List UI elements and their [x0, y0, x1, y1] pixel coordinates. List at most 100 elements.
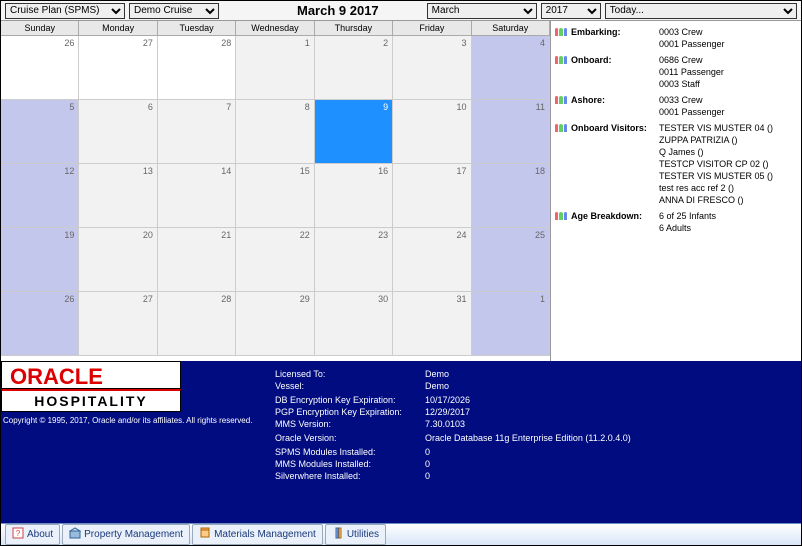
- about-icon: ?: [12, 527, 24, 542]
- calendar-cell[interactable]: 15: [236, 164, 314, 228]
- svg-text:?: ?: [16, 529, 21, 538]
- calendar-cell[interactable]: 11: [472, 100, 550, 164]
- calendar-cell[interactable]: 25: [472, 228, 550, 292]
- footer-info-row: Silverwhere Installed:0: [275, 471, 797, 481]
- calendar-cell[interactable]: 22: [236, 228, 314, 292]
- tab-label: Property Management: [84, 529, 183, 540]
- plan-select[interactable]: Cruise Plan (SPMS): [5, 3, 125, 19]
- calendar-cell[interactable]: 20: [79, 228, 157, 292]
- oracle-logo: ORACLE: [1, 361, 181, 389]
- people-icon: [555, 211, 567, 221]
- footer-info-value: Demo: [425, 381, 449, 391]
- calendar-cell[interactable]: 16: [315, 164, 393, 228]
- footer-info-row: Vessel:Demo: [275, 381, 797, 391]
- calendar-cell[interactable]: 8: [236, 100, 314, 164]
- calendar-cell[interactable]: 12: [1, 164, 79, 228]
- calendar-cell[interactable]: 29: [236, 292, 314, 356]
- calendar-cell[interactable]: 9: [315, 100, 393, 164]
- materials-icon: [199, 527, 211, 542]
- calendar-day-header: Wednesday: [236, 21, 314, 36]
- footer-info-value: 10/17/2026: [425, 395, 470, 405]
- stat-values: 0686 Crew0011 Passenger0003 Staff: [659, 55, 797, 91]
- calendar-cell[interactable]: 7: [158, 100, 236, 164]
- calendar-cell[interactable]: 3: [393, 36, 471, 100]
- status-panel: Embarking:0003 Crew0001 Passenger Onboard…: [551, 21, 801, 361]
- footer-info-row: PGP Encryption Key Expiration:12/29/2017: [275, 407, 797, 417]
- copyright-text: Copyright © 1995, 2017, Oracle and/or it…: [1, 412, 271, 429]
- stat-row: Onboard Visitors:TESTER VIS MUSTER 04 ()…: [555, 123, 797, 207]
- stat-label: Ashore:: [571, 95, 659, 105]
- tab-label: Materials Management: [214, 529, 316, 540]
- calendar-day-header: Monday: [79, 21, 157, 36]
- calendar-day-header: Tuesday: [158, 21, 236, 36]
- calendar-cell[interactable]: 18: [472, 164, 550, 228]
- footer-info-row: Oracle Version:Oracle Database 11g Enter…: [275, 433, 797, 443]
- people-icon: [555, 123, 567, 133]
- cruise-select[interactable]: Demo Cruise: [129, 3, 219, 19]
- tab-property-management[interactable]: Property Management: [62, 524, 190, 545]
- calendar-cell[interactable]: 24: [393, 228, 471, 292]
- calendar-cell[interactable]: 10: [393, 100, 471, 164]
- footer-info-value: 0: [425, 459, 430, 469]
- footer-info-key: SPMS Modules Installed:: [275, 447, 425, 457]
- tab-about[interactable]: ? About: [5, 524, 60, 545]
- tab-materials-management[interactable]: Materials Management: [192, 524, 323, 545]
- calendar-cell[interactable]: 28: [158, 292, 236, 356]
- footer-info-value: 12/29/2017: [425, 407, 470, 417]
- tab-label: Utilities: [347, 529, 379, 540]
- stat-values: 0033 Crew0001 Passenger: [659, 95, 797, 119]
- calendar-cell[interactable]: 5: [1, 100, 79, 164]
- calendar-cell[interactable]: 17: [393, 164, 471, 228]
- calendar-day-header: Thursday: [315, 21, 393, 36]
- stat-values: 0003 Crew0001 Passenger: [659, 27, 797, 51]
- calendar-cell[interactable]: 30: [315, 292, 393, 356]
- calendar-cell[interactable]: 27: [79, 36, 157, 100]
- month-select[interactable]: March: [427, 3, 537, 19]
- calendar-cell[interactable]: 23: [315, 228, 393, 292]
- stat-values: 6 of 25 Infants6 Adults: [659, 211, 797, 235]
- stat-row: Onboard:0686 Crew0011 Passenger0003 Staf…: [555, 55, 797, 91]
- footer-info-row: MMS Modules Installed:0: [275, 459, 797, 469]
- calendar-cell[interactable]: 31: [393, 292, 471, 356]
- stat-row: Ashore:0033 Crew0001 Passenger: [555, 95, 797, 119]
- calendar-day-header: Friday: [393, 21, 471, 36]
- calendar-cell[interactable]: 21: [158, 228, 236, 292]
- footer-info-value: 7.30.0103: [425, 419, 465, 429]
- calendar-cell[interactable]: 26: [1, 36, 79, 100]
- calendar-cell[interactable]: 1: [472, 292, 550, 356]
- stat-label: Onboard Visitors:: [571, 123, 659, 133]
- footer-info-key: Silverwhere Installed:: [275, 471, 425, 481]
- calendar-cell[interactable]: 13: [79, 164, 157, 228]
- footer-info-key: MMS Modules Installed:: [275, 459, 425, 469]
- date-title: March 9 2017: [297, 3, 379, 18]
- stat-label: Embarking:: [571, 27, 659, 37]
- footer-info-row: MMS Version:7.30.0103: [275, 419, 797, 429]
- tab-label: About: [27, 529, 53, 540]
- today-select[interactable]: Today...: [605, 3, 797, 19]
- calendar-cell[interactable]: 14: [158, 164, 236, 228]
- top-toolbar: Cruise Plan (SPMS) Demo Cruise March 9 2…: [1, 1, 801, 21]
- utilities-icon: [332, 527, 344, 542]
- calendar-cell[interactable]: 28: [158, 36, 236, 100]
- calendar-day-header: Saturday: [472, 21, 550, 36]
- footer-panel: ORACLE HOSPITALITY Copyright © 1995, 201…: [1, 361, 801, 523]
- calendar-cell[interactable]: 27: [79, 292, 157, 356]
- bottom-tab-bar: ? About Property Management Materials Manag…: [1, 523, 801, 545]
- footer-info-key: Oracle Version:: [275, 433, 425, 443]
- stat-values: TESTER VIS MUSTER 04 ()ZUPPA PATRIZIA ()…: [659, 123, 797, 207]
- calendar-cell[interactable]: 1: [236, 36, 314, 100]
- footer-info-row: SPMS Modules Installed:0: [275, 447, 797, 457]
- stat-row: Embarking:0003 Crew0001 Passenger: [555, 27, 797, 51]
- calendar-cell[interactable]: 19: [1, 228, 79, 292]
- calendar-cell[interactable]: 4: [472, 36, 550, 100]
- footer-info-key: PGP Encryption Key Expiration:: [275, 407, 425, 417]
- calendar-cell[interactable]: 6: [79, 100, 157, 164]
- calendar-day-header: Sunday: [1, 21, 79, 36]
- year-select[interactable]: 2017: [541, 3, 601, 19]
- property-icon: [69, 527, 81, 542]
- footer-info-value: 0: [425, 447, 430, 457]
- stat-label: Age Breakdown:: [571, 211, 659, 221]
- calendar-cell[interactable]: 2: [315, 36, 393, 100]
- calendar-cell[interactable]: 26: [1, 292, 79, 356]
- tab-utilities[interactable]: Utilities: [325, 524, 386, 545]
